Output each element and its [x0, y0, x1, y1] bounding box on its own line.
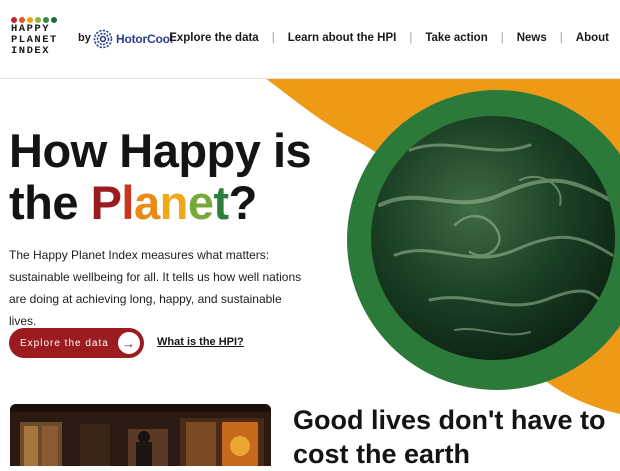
- hotorcool-logo[interactable]: HotorCool: [93, 29, 173, 49]
- nav-take-action[interactable]: Take action: [425, 32, 487, 44]
- partner-label: HotorCool: [116, 32, 173, 46]
- planet-word: Planet: [90, 176, 230, 229]
- nav-separator: |: [271, 32, 275, 44]
- planet-letter: a: [133, 176, 160, 229]
- nav-learn-about-the-hpi[interactable]: Learn about the HPI: [288, 32, 397, 44]
- planet-letter: e: [187, 176, 214, 229]
- globe-icon: [371, 116, 615, 360]
- site-header: HAPPY PLANET INDEX by HotorCool Explore …: [0, 0, 620, 79]
- main-nav: Explore the data | Learn about the HPI |…: [169, 32, 609, 44]
- interior-photo-image: [10, 404, 271, 466]
- nav-explore-the-data[interactable]: Explore the data: [169, 32, 258, 44]
- section-title: Good lives don't have to cost the earth: [293, 403, 605, 471]
- interior-photo: [10, 404, 271, 466]
- hero-title-the: the: [9, 176, 91, 229]
- by-label: by: [78, 32, 91, 44]
- hero-description: The Happy Planet Index measures what mat…: [9, 248, 302, 328]
- hpi-logo[interactable]: HAPPY PLANET INDEX: [11, 17, 58, 57]
- explore-data-button-label: Explore the data: [20, 337, 109, 349]
- logo-text: HAPPY PLANET INDEX: [11, 24, 58, 57]
- what-is-hpi-link[interactable]: What is the HPI?: [157, 336, 244, 348]
- nav-news[interactable]: News: [517, 32, 547, 44]
- planet-letter: l: [121, 176, 134, 229]
- hero-title-line-2: the Planet?: [9, 177, 311, 229]
- hero-title-qmark: ?: [228, 176, 258, 229]
- hotorcool-swirl-icon: [93, 29, 113, 49]
- explore-data-button[interactable]: Explore the data →: [9, 328, 144, 358]
- nav-separator: |: [500, 32, 504, 44]
- hero-title: How Happy is the Planet?: [9, 124, 312, 229]
- nav-about[interactable]: About: [576, 32, 609, 44]
- logo-dot: [51, 17, 57, 23]
- planet-letter: t: [213, 176, 229, 229]
- section-title-line-1: Good lives don't have to: [293, 405, 606, 435]
- logo-line: INDEX: [11, 45, 51, 57]
- planet-letter: n: [159, 176, 189, 229]
- arrow-right-icon: →: [118, 332, 140, 354]
- hero-title-line-1: How Happy is: [9, 124, 312, 177]
- nav-separator: |: [409, 32, 413, 44]
- nav-separator: |: [559, 32, 563, 44]
- planet-letter: P: [90, 176, 122, 229]
